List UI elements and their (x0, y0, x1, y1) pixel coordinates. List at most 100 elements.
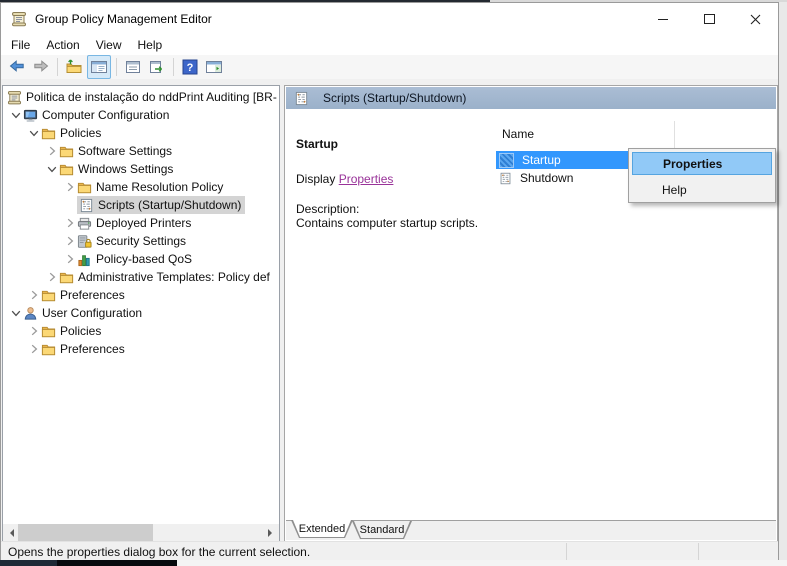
chevron-down-icon[interactable] (9, 306, 23, 320)
list-item-label: Shutdown (520, 171, 573, 185)
tab-standard[interactable]: Standard (352, 521, 412, 539)
tab-label: Standard (352, 521, 412, 539)
tree-item-software-settings[interactable]: Software Settings (3, 142, 279, 160)
tree-item-label: Computer Configuration (42, 108, 169, 122)
context-menu-label: Help (632, 183, 687, 197)
window-title: Group Policy Management Editor (35, 12, 212, 26)
menu-help[interactable]: Help (131, 36, 170, 54)
maximize-button[interactable] (686, 3, 732, 35)
menu-bar: File Action View Help (1, 35, 778, 55)
back-icon (8, 58, 26, 76)
chevron-right-icon[interactable] (27, 324, 41, 338)
tree-item-policy-based-qos[interactable]: Policy-based QoS (3, 250, 279, 268)
tree-item-policies[interactable]: Policies (3, 124, 279, 142)
tree-item-label: Windows Settings (78, 162, 173, 176)
chevron-right-icon[interactable] (63, 180, 77, 194)
folder-icon (59, 270, 74, 285)
tree-item-computer-configuration[interactable]: Computer Configuration (3, 106, 279, 124)
taskbar-fragment (57, 560, 177, 566)
gpme-window: Group Policy Management Editor File Acti… (0, 2, 779, 560)
menu-view[interactable]: View (89, 36, 129, 54)
tree-item-gpo-root[interactable]: Politica de instalação do nddPrint Audit… (3, 88, 279, 106)
export-list-button[interactable] (146, 56, 168, 78)
computer-icon (23, 108, 38, 123)
tree-item-user-preferences[interactable]: Preferences (3, 340, 279, 358)
properties-button[interactable] (122, 56, 144, 78)
close-button[interactable] (732, 3, 778, 35)
scroll-right-arrow[interactable] (262, 524, 279, 541)
folder-icon (59, 162, 74, 177)
desktop-bottom-sliver (0, 560, 787, 566)
chevron-right-icon[interactable] (63, 252, 77, 266)
folder-icon (59, 144, 74, 159)
tree-item-scripts-startup-shutdown[interactable]: Scripts (Startup/Shutdown) (3, 196, 279, 214)
toolbar (1, 55, 778, 80)
column-header-name[interactable]: Name (502, 127, 534, 143)
tree-item-label: Administrative Templates: Policy def (78, 270, 270, 284)
folder-icon (41, 126, 56, 141)
tree-item-label: Policies (60, 324, 101, 338)
chevron-right-icon[interactable] (63, 234, 77, 248)
chevron-right-icon[interactable] (45, 270, 59, 284)
toolbar-separator (116, 58, 117, 76)
tree-item-security-settings[interactable]: Security Settings (3, 232, 279, 250)
tree-item-label: Deployed Printers (96, 216, 191, 230)
up-one-level-icon (65, 58, 83, 76)
context-menu-label: Properties (633, 157, 722, 171)
chevron-down-icon[interactable] (9, 108, 23, 122)
close-icon (750, 14, 761, 25)
scripts-icon-selected (499, 153, 514, 168)
tree-item-user-policies[interactable]: Policies (3, 322, 279, 340)
context-menu-item-help[interactable]: Help (632, 178, 772, 201)
menu-action[interactable]: Action (39, 36, 86, 54)
tree-item-preferences[interactable]: Preferences (3, 286, 279, 304)
app-scroll-icon (11, 11, 27, 27)
context-menu: Properties Help (628, 148, 776, 203)
gpo-scroll-icon (7, 90, 22, 105)
tree-item-user-configuration[interactable]: User Configuration (3, 304, 279, 322)
description-label: Description: (296, 202, 486, 216)
show-console-tree-button[interactable] (87, 55, 111, 79)
scripts-icon (499, 172, 512, 185)
toolbar-separator (173, 58, 174, 76)
chevron-right-icon[interactable] (45, 144, 59, 158)
tab-label: Extended (291, 520, 353, 538)
scroll-right-icon (268, 529, 276, 537)
show-action-pane-button[interactable] (203, 56, 225, 78)
help-icon (181, 58, 199, 76)
context-menu-item-properties[interactable]: Properties (632, 152, 772, 175)
list-item-label: Startup (522, 153, 561, 167)
tree-item-name-resolution-policy[interactable]: Name Resolution Policy (3, 178, 279, 196)
up-one-level-button[interactable] (63, 56, 85, 78)
tree-item-windows-settings[interactable]: Windows Settings (3, 160, 279, 178)
horizontal-scrollbar[interactable] (3, 524, 279, 541)
title-bar: Group Policy Management Editor (1, 3, 778, 35)
display-properties-link[interactable]: Properties (339, 172, 394, 186)
scripts-icon (79, 198, 94, 213)
tab-extended[interactable]: Extended (291, 520, 353, 538)
printer-icon (77, 216, 92, 231)
tree-item-deployed-printers[interactable]: Deployed Printers (3, 214, 279, 232)
tree-item-label: Preferences (60, 288, 125, 302)
tree-item-administrative-templates[interactable]: Administrative Templates: Policy def (3, 268, 279, 286)
view-tabstrip: Extended Standard (286, 520, 776, 540)
help-button[interactable] (179, 56, 201, 78)
scrollbar-thumb[interactable] (18, 524, 153, 541)
show-console-tree-icon (90, 58, 108, 76)
console-tree-pane: Politica de instalação do nddPrint Audit… (2, 85, 280, 542)
chevron-right-icon[interactable] (27, 342, 41, 356)
chevron-down-icon[interactable] (27, 126, 41, 140)
folder-icon (41, 342, 56, 357)
forward-button[interactable] (30, 56, 52, 78)
list-item-shutdown[interactable]: Shutdown (496, 169, 573, 187)
chevron-right-icon[interactable] (63, 216, 77, 230)
tree-item-label: Preferences (60, 342, 125, 356)
display-label: Display (296, 172, 335, 186)
back-button[interactable] (6, 56, 28, 78)
results-pane-header: Scripts (Startup/Shutdown) (286, 87, 776, 109)
properties-window-icon (124, 58, 142, 76)
minimize-button[interactable] (640, 3, 686, 35)
chevron-right-icon[interactable] (27, 288, 41, 302)
menu-file[interactable]: File (4, 36, 37, 54)
chevron-down-icon[interactable] (45, 162, 59, 176)
